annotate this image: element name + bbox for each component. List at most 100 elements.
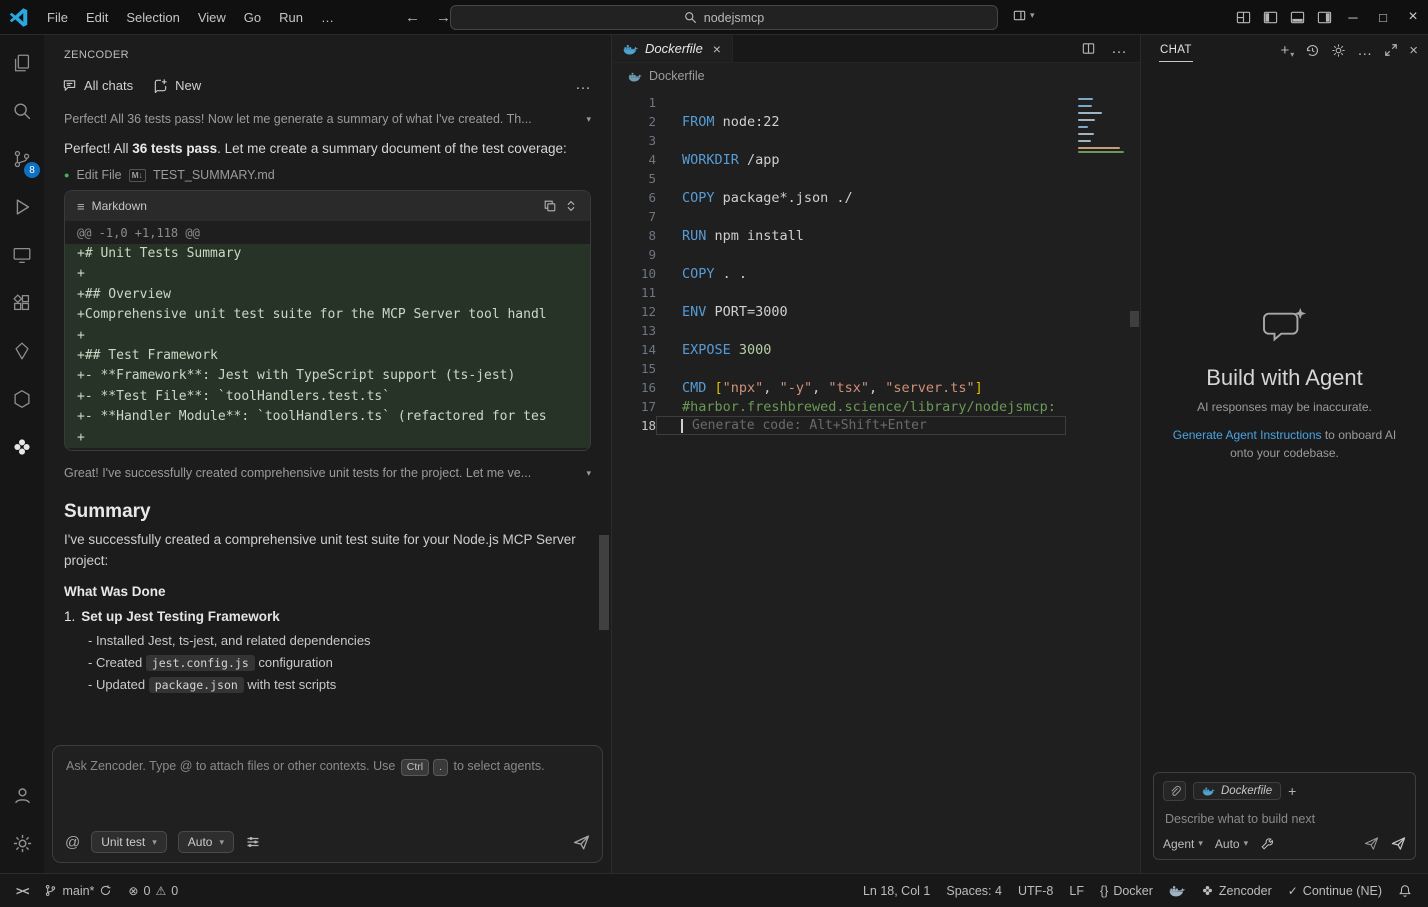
nav-back-icon[interactable]: ← — [405, 9, 420, 26]
send-icon[interactable] — [573, 834, 590, 851]
sidebar-scrollbar[interactable] — [599, 535, 609, 630]
code-line[interactable]: 6COPY package*.json ./ — [612, 188, 1140, 207]
new-chat-button[interactable]: New — [153, 78, 201, 93]
code-line[interactable]: 3 — [612, 131, 1140, 150]
tab-dockerfile[interactable]: Dockerfile × — [612, 35, 733, 62]
code-line[interactable]: 8RUN npm install — [612, 226, 1140, 245]
code-line[interactable]: 1 — [612, 93, 1140, 112]
source-control-icon[interactable]: 8 — [0, 135, 44, 183]
menu-run[interactable]: Run — [270, 7, 312, 28]
editor-scrollbar[interactable] — [1130, 311, 1139, 327]
search-sidebar-icon[interactable] — [0, 87, 44, 135]
sidebar-more-icon[interactable]: … — [575, 76, 593, 94]
close-panel-icon[interactable]: × — [1409, 42, 1418, 59]
toggle-secondary-sidebar-icon[interactable] — [1311, 0, 1338, 34]
code-line[interactable]: 16CMD ["npx", "-y", "tsx", "server.ts"] — [612, 378, 1140, 397]
settings-sliders-icon[interactable] — [245, 834, 261, 850]
explorer-icon[interactable] — [0, 39, 44, 87]
run-debug-icon[interactable] — [0, 183, 44, 231]
edit-file-row[interactable]: ● Edit File M↓ TEST_SUMMARY.md — [64, 168, 591, 182]
toggle-panel-icon[interactable] — [1284, 0, 1311, 34]
branch-status[interactable]: main* — [36, 874, 120, 907]
code-editor[interactable]: 1 2FROM node:22 3 4WORKDIR /app 5 6COPY … — [612, 89, 1140, 873]
toggle-sidebar-icon[interactable] — [1257, 0, 1284, 34]
settings-gear-icon[interactable] — [1331, 43, 1346, 58]
tools-icon[interactable] — [1260, 837, 1274, 851]
nav-forward-icon[interactable]: → — [436, 9, 451, 26]
context-chip-dockerfile[interactable]: Dockerfile — [1193, 782, 1281, 800]
mention-button[interactable]: @ — [65, 834, 80, 851]
menu-file[interactable]: File — [38, 7, 77, 28]
zencoder-status[interactable]: Zencoder — [1193, 874, 1280, 907]
hexagon-extension-icon[interactable] — [0, 375, 44, 423]
code-line[interactable]: 9 — [612, 245, 1140, 264]
history-icon[interactable] — [1305, 43, 1320, 58]
code-line[interactable]: 5 — [612, 169, 1140, 188]
problems-status[interactable]: ⊗ 0 ⚠ 0 — [120, 874, 186, 907]
add-context-icon[interactable]: + — [1288, 783, 1296, 799]
send-outline-icon[interactable] — [1364, 836, 1379, 851]
eol-status[interactable]: LF — [1061, 874, 1092, 907]
zencoder-icon[interactable] — [0, 423, 44, 471]
chat-input-box[interactable]: Dockerfile + Describe what to build next… — [1153, 772, 1416, 860]
kite-extension-icon[interactable] — [0, 327, 44, 375]
send-icon[interactable] — [1391, 836, 1406, 851]
menu-more-icon[interactable]: … — [312, 7, 343, 28]
extensions-icon[interactable] — [0, 279, 44, 327]
mode-select[interactable]: Agent ▾ — [1163, 837, 1203, 851]
code-line[interactable]: 2FROM node:22 — [612, 112, 1140, 131]
new-chat-dropdown-icon[interactable]: + ▾ — [1280, 42, 1294, 59]
code-line[interactable]: 12ENV PORT=3000 — [612, 302, 1140, 321]
menu-go[interactable]: Go — [235, 7, 270, 28]
cursor-position-status[interactable]: Ln 18, Col 1 — [855, 874, 938, 907]
all-chats-button[interactable]: All chats — [62, 78, 133, 93]
docker-status[interactable] — [1161, 874, 1193, 907]
customize-layout-icon[interactable] — [1230, 0, 1257, 34]
copy-icon[interactable] — [543, 199, 557, 213]
split-editor-icon[interactable] — [1081, 41, 1096, 56]
titlebar-dropdown-icon[interactable]: ▾ — [1012, 8, 1035, 23]
code-line[interactable]: 10COPY . . — [612, 264, 1140, 283]
model-select[interactable]: Auto ▾ — [178, 831, 234, 853]
code-line[interactable]: 15 — [612, 359, 1140, 378]
indentation-status[interactable]: Spaces: 4 — [938, 874, 1010, 907]
minimize-icon[interactable]: ─ — [1338, 0, 1368, 34]
code-line[interactable]: 13 — [612, 321, 1140, 340]
command-center-search[interactable]: nodejsmcp — [450, 5, 998, 30]
account-icon[interactable] — [0, 771, 44, 819]
attach-context-button[interactable] — [1163, 781, 1186, 801]
remote-indicator[interactable]: >< — [8, 874, 36, 907]
close-tab-icon[interactable]: × — [713, 41, 721, 57]
maximize-icon[interactable]: □ — [1368, 0, 1398, 34]
code-line[interactable]: 4WORKDIR /app — [612, 150, 1140, 169]
menu-selection[interactable]: Selection — [117, 7, 188, 28]
generate-instructions-link[interactable]: Generate Agent Instructions — [1173, 428, 1322, 442]
close-window-icon[interactable]: × — [1398, 0, 1428, 34]
code-line[interactable]: 14EXPOSE 3000 — [612, 340, 1140, 359]
chevron-down-icon[interactable]: ▾ — [586, 114, 591, 125]
menu-edit[interactable]: Edit — [77, 7, 117, 28]
breadcrumb[interactable]: Dockerfile — [612, 63, 1140, 89]
editor-more-icon[interactable]: … — [1111, 40, 1127, 58]
chat-more-icon[interactable]: … — [1357, 42, 1373, 59]
remote-explorer-icon[interactable] — [0, 231, 44, 279]
chevron-down-icon[interactable]: ▾ — [586, 468, 591, 479]
agent-select[interactable]: Unit test ▾ — [91, 831, 167, 853]
language-mode-status[interactable]: {} Docker — [1092, 874, 1161, 907]
expand-icon[interactable] — [1384, 43, 1398, 57]
code-line[interactable]: 17#harbor.freshbrewed.science/library/no… — [612, 397, 1140, 416]
collapse-icon[interactable] — [564, 199, 578, 213]
continue-status[interactable]: ✓ Continue (NE) — [1280, 874, 1390, 907]
collapsed-message[interactable]: Great! I've successfully created compreh… — [64, 461, 591, 485]
collapsed-message[interactable]: Perfect! All 36 tests pass! Now let me g… — [64, 107, 591, 131]
current-code-line[interactable]: 18 Generate code: Alt+Shift+Enter — [612, 416, 1140, 435]
encoding-status[interactable]: UTF-8 — [1010, 874, 1061, 907]
settings-gear-icon[interactable] — [0, 819, 44, 867]
code-line[interactable]: 11 — [612, 283, 1140, 302]
zencoder-chat-input[interactable]: Ask Zencoder. Type @ to attach files or … — [52, 745, 603, 863]
tab-chat[interactable]: CHAT — [1159, 38, 1193, 62]
notifications-status[interactable] — [1390, 874, 1420, 907]
minimap[interactable] — [1076, 95, 1128, 159]
menu-view[interactable]: View — [189, 7, 235, 28]
code-line[interactable]: 7 — [612, 207, 1140, 226]
